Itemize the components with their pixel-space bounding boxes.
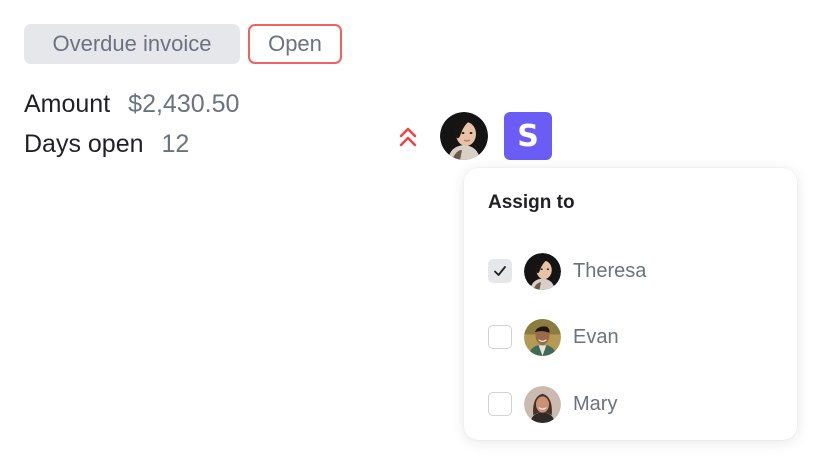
amount-label: Amount bbox=[24, 90, 111, 118]
assignee-option-evan[interactable]: Evan bbox=[488, 318, 768, 356]
assign-menu-title: Assign to bbox=[488, 192, 575, 213]
checkbox[interactable] bbox=[488, 392, 512, 416]
avatar bbox=[524, 252, 561, 290]
invoice-card: Overdue invoice Open Amount $2,430.50 Da… bbox=[0, 0, 814, 457]
avatar bbox=[524, 318, 561, 356]
checkbox[interactable] bbox=[488, 325, 512, 349]
option-label: Evan bbox=[573, 325, 619, 348]
app-badge-letter: S bbox=[517, 118, 539, 154]
assign-menu: Assign to Theresa Evan Mary bbox=[464, 168, 797, 440]
assignee-avatar[interactable] bbox=[440, 112, 488, 160]
amount-row: Amount $2,430.50 bbox=[24, 90, 239, 119]
status-badge: Overdue invoice bbox=[24, 24, 240, 64]
state-badge[interactable]: Open bbox=[248, 24, 342, 64]
days-open-row: Days open 12 bbox=[24, 130, 189, 159]
app-badge[interactable]: S bbox=[504, 112, 552, 160]
chevrons-up-icon[interactable] bbox=[396, 124, 420, 150]
assignee-option-mary[interactable]: Mary bbox=[488, 385, 768, 423]
days-open-value: 12 bbox=[161, 130, 190, 158]
check-icon bbox=[494, 266, 506, 276]
checkbox[interactable] bbox=[488, 259, 512, 283]
avatar bbox=[524, 385, 561, 423]
option-label: Theresa bbox=[573, 259, 647, 282]
option-label: Mary bbox=[573, 392, 618, 415]
assignee-option-theresa[interactable]: Theresa bbox=[488, 252, 768, 290]
days-open-label: Days open bbox=[24, 130, 144, 158]
amount-value: $2,430.50 bbox=[128, 90, 240, 118]
